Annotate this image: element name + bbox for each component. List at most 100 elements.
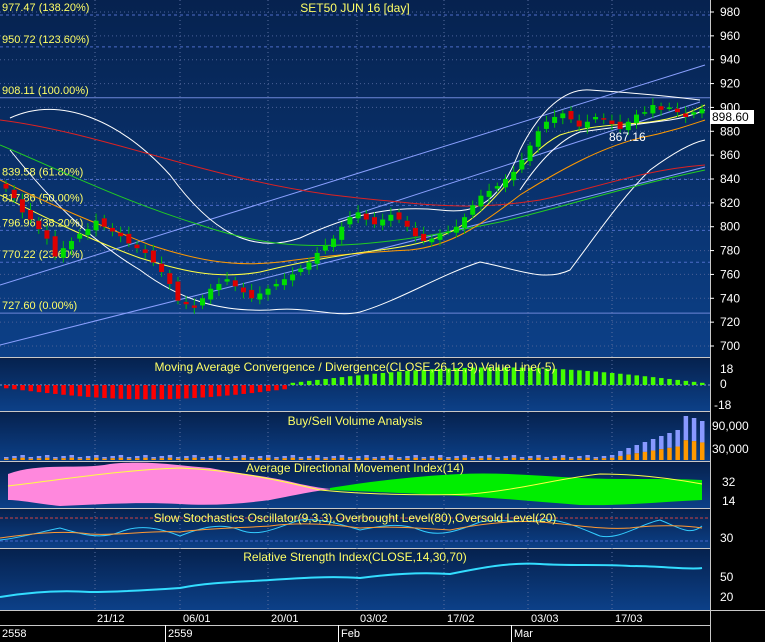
volume-bar-bottom	[511, 457, 517, 460]
volume-bar-top	[323, 457, 328, 459]
volume-bar-top	[94, 455, 99, 458]
volume-bar-bottom	[618, 455, 623, 460]
candle-body	[36, 220, 42, 230]
volume-bar-bottom	[437, 457, 443, 460]
volume-bar-bottom	[519, 458, 525, 460]
volume-bar-top	[659, 436, 664, 450]
price-chart-title: SET50 JUN 16 [day]	[300, 1, 409, 15]
volume-bar-top	[143, 455, 148, 458]
month-label: 2559	[168, 628, 192, 640]
candle-body	[666, 107, 672, 109]
candle-body	[216, 283, 222, 290]
macd-bar	[118, 385, 124, 399]
candle-body	[69, 241, 75, 250]
volume-bar-top	[184, 456, 189, 459]
volume-bar-bottom	[135, 458, 140, 460]
macd-bar	[4, 385, 9, 389]
volume-bar-bottom	[413, 457, 418, 460]
macd-bar	[102, 385, 107, 398]
price-tick-label: 880	[720, 124, 740, 138]
candle-body	[371, 217, 377, 225]
candle-body	[60, 248, 66, 258]
macd-bar	[208, 385, 214, 397]
volume-bar-top	[118, 455, 124, 458]
volume-bar-bottom	[274, 458, 279, 460]
volume-bar-top	[593, 457, 599, 459]
macd-bar	[143, 385, 148, 400]
volume-bar-bottom	[12, 458, 17, 460]
fib-label: 908.11 (100.00%)	[2, 85, 89, 97]
price-tick-label: 780	[720, 244, 740, 258]
volume-bar-top	[290, 455, 296, 458]
volume-bar-top	[356, 456, 361, 459]
macd-bar	[69, 385, 75, 396]
volume-bar-top	[241, 455, 246, 458]
candle-body	[200, 298, 206, 306]
volume-bar-bottom	[380, 458, 386, 460]
volume-bar-top	[69, 455, 75, 458]
price-tick-label: 960	[720, 29, 740, 43]
volume-bar-top	[454, 456, 459, 459]
macd-bar	[151, 385, 156, 400]
macd-bar	[306, 380, 312, 385]
volume-bar-top	[44, 455, 50, 458]
volume-bar-top	[53, 457, 58, 459]
volume-bar-bottom	[487, 457, 492, 460]
macd-bar	[159, 385, 165, 400]
macd-bar	[568, 369, 574, 385]
candle-body	[314, 252, 320, 264]
candle-body	[134, 244, 140, 249]
rsi-tick-50: 50	[720, 570, 734, 584]
volume-bar-top	[609, 455, 615, 458]
volume-bar-top	[634, 445, 639, 454]
volume-bar-bottom	[372, 458, 377, 460]
volume-bar-bottom	[421, 458, 427, 460]
volume-bar-bottom	[642, 451, 648, 460]
volume-bar-top	[380, 456, 386, 459]
volume-bar-top	[446, 457, 451, 459]
fib-label: 727.60 (0.00%)	[2, 300, 77, 312]
fib-label: 796.96 (38.20%)	[2, 217, 83, 229]
volume-bar-top	[135, 456, 140, 459]
volume-bar-bottom	[634, 453, 639, 460]
volume-bar-bottom	[429, 458, 435, 460]
macd-bar	[331, 378, 337, 385]
price-tick-label: 980	[720, 5, 740, 19]
volume-bar-top	[306, 456, 312, 459]
volume-bar-top	[12, 456, 17, 459]
macd-bar	[659, 378, 664, 385]
volume-bar-bottom	[659, 449, 664, 460]
annotation-label: 867.16	[609, 130, 646, 144]
volume-bar-bottom	[77, 458, 83, 460]
candle-body	[683, 113, 689, 117]
macd-bar	[634, 375, 639, 385]
candle-body	[126, 233, 132, 244]
stochastic-title: Slow Stochastics Oscillator(9,3,3),Overb…	[154, 511, 557, 525]
candle-body	[642, 112, 648, 114]
volume-bar-bottom	[306, 458, 312, 460]
volume-bar-top	[675, 430, 680, 447]
volume-bar-top	[110, 456, 115, 459]
candle-body	[175, 281, 181, 301]
price-tick-label: 920	[720, 77, 740, 91]
macd-bar	[184, 385, 189, 399]
candle-body	[3, 183, 9, 189]
macd-bar	[642, 376, 648, 385]
macd-bar	[167, 385, 173, 400]
volume-bar-top	[470, 457, 476, 459]
candle-body	[625, 121, 631, 131]
volume-bar-bottom	[216, 457, 222, 460]
price-tick-label: 840	[720, 172, 740, 186]
candle-body	[306, 262, 312, 270]
volume-bar-bottom	[118, 457, 124, 460]
volume-bar-top	[192, 455, 197, 458]
macd-title: Moving Average Convergence / Divergence(…	[154, 360, 555, 374]
candle-body	[584, 121, 590, 128]
macd-bar	[77, 385, 83, 397]
volume-bar-top	[487, 455, 492, 458]
volume-bar-top	[405, 456, 410, 459]
macd-bar	[601, 372, 607, 385]
macd-bar	[577, 370, 582, 385]
candle-body	[609, 120, 615, 125]
volume-bar-bottom	[159, 458, 165, 460]
